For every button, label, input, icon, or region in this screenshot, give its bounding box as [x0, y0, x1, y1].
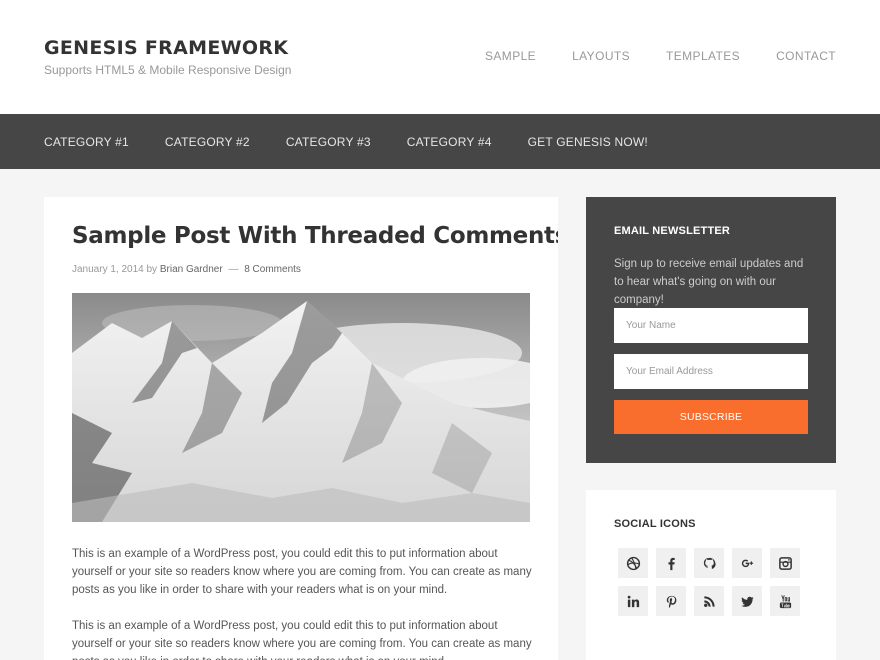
twitter-icon[interactable] — [732, 586, 762, 616]
instagram-icon[interactable] — [770, 548, 800, 578]
linkedin-icon[interactable] — [618, 586, 648, 616]
pinterest-icon[interactable] — [656, 586, 686, 616]
header-nav: SAMPLE LAYOUTS TEMPLATES CONTACT — [485, 49, 836, 63]
newsletter-text: Sign up to receive email updates and to … — [614, 258, 804, 306]
nav-item-category-2[interactable]: CATEGORY #2 — [165, 135, 250, 149]
post-content: This is an example of a WordPress post, … — [72, 545, 532, 660]
dribbble-icon[interactable] — [618, 548, 648, 578]
nav-item-templates[interactable]: TEMPLATES — [666, 49, 740, 63]
post-paragraph: This is an example of a WordPress post, … — [72, 620, 532, 660]
nav-item-category-4[interactable]: CATEGORY #4 — [407, 135, 492, 149]
site-header: GENESIS FRAMEWORK Supports HTML5 & Mobil… — [0, 0, 880, 114]
site-title[interactable]: GENESIS FRAMEWORK — [44, 37, 288, 59]
github-icon[interactable] — [694, 548, 724, 578]
site-description: Supports HTML5 & Mobile Responsive Desig… — [44, 63, 292, 77]
youtube-icon[interactable] — [770, 586, 800, 616]
post-title[interactable]: Sample Post With Threaded Comments — [72, 223, 558, 249]
post-meta: January 1, 2014 by Brian Gardner — 8 Com… — [72, 264, 301, 275]
post-author[interactable]: Brian Gardner — [160, 264, 223, 275]
newsletter-title: EMAIL NEWSLETTER — [614, 225, 731, 237]
post-paragraph: This is an example of a WordPress post, … — [72, 548, 532, 596]
post-date: January 1, 2014 — [72, 264, 144, 275]
rss-icon[interactable] — [694, 586, 724, 616]
social-widget: SOCIAL ICONS — [586, 490, 836, 660]
nav-item-category-1[interactable]: CATEGORY #1 — [44, 135, 129, 149]
secondary-nav: CATEGORY #1 CATEGORY #2 CATEGORY #3 CATE… — [0, 114, 880, 169]
post-entry: Sample Post With Threaded Comments Janua… — [44, 197, 558, 660]
nav-item-contact[interactable]: CONTACT — [776, 49, 836, 63]
email-field[interactable] — [614, 354, 808, 389]
mountain-photo — [72, 293, 530, 522]
google-plus-icon[interactable] — [732, 548, 762, 578]
nav-item-category-3[interactable]: CATEGORY #3 — [286, 135, 371, 149]
facebook-icon[interactable] — [656, 548, 686, 578]
subscribe-button[interactable]: SUBSCRIBE — [614, 400, 808, 434]
meta-separator: — — [228, 264, 239, 275]
social-title: SOCIAL ICONS — [614, 518, 696, 530]
post-comments-link[interactable]: 8 Comments — [244, 264, 301, 275]
social-icons-grid — [618, 548, 808, 616]
post-by: by — [146, 264, 158, 275]
newsletter-widget: EMAIL NEWSLETTER Sign up to receive emai… — [586, 197, 836, 463]
name-field[interactable] — [614, 308, 808, 343]
nav-item-layouts[interactable]: LAYOUTS — [572, 49, 630, 63]
nav-item-sample[interactable]: SAMPLE — [485, 49, 536, 63]
nav-item-get-genesis[interactable]: GET GENESIS NOW! — [528, 135, 648, 149]
